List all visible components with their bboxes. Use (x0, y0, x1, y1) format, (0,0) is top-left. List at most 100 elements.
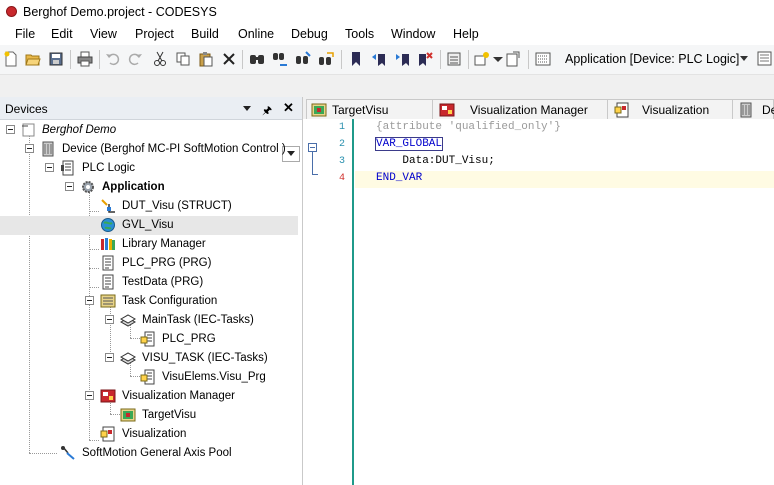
application-selector[interactable]: Application [Device: PLC Logic] (562, 49, 752, 69)
tree-item-task-configuration[interactable]: Task Configuration (0, 292, 298, 311)
chevron-down-icon (740, 56, 748, 61)
find-replace-icon[interactable] (272, 51, 288, 67)
tree-item-visu-task[interactable]: VISU_TASK (IEC-Tasks) (0, 349, 298, 368)
tree-item-visualization-manager[interactable]: Visualization Manager (0, 387, 298, 406)
collapse-toggle[interactable] (25, 144, 34, 153)
pin-icon[interactable]: 🖈 (262, 102, 272, 121)
tree-item-plc-logic[interactable]: PLC Logic (0, 159, 298, 178)
menu-help[interactable]: Help (453, 27, 479, 41)
collapse-toggle[interactable] (105, 353, 114, 362)
redo-icon[interactable] (127, 51, 143, 67)
tree-item-label: TestData (PRG) (122, 276, 204, 288)
cut-icon[interactable] (152, 51, 168, 67)
menu-file[interactable]: File (15, 27, 35, 41)
menu-tools[interactable]: Tools (345, 27, 374, 41)
menu-project[interactable]: Project (135, 27, 174, 41)
toolbar-separator (341, 50, 342, 69)
paste-icon[interactable] (198, 51, 214, 67)
device-tree: Berghof Demo Device (Berghof MC-PI SoftM… (0, 120, 302, 485)
insert-icon[interactable] (490, 51, 506, 67)
bookmark-next-icon[interactable] (394, 51, 410, 67)
toolbar-separator (528, 50, 529, 69)
tab-visualization[interactable]: Visualization (607, 99, 733, 119)
tree-item-dut-visu[interactable]: DUT_Visu (STRUCT) (0, 197, 298, 216)
task-icon (119, 312, 137, 328)
menu-view[interactable]: View (90, 27, 117, 41)
gutter-divider (352, 119, 354, 485)
tree-item-label: Device (Berghof MC-PI SoftMotion Control… (62, 143, 286, 155)
copy-icon[interactable] (175, 51, 191, 67)
tab-device[interactable]: De (732, 99, 774, 119)
application-selector-value: Application [Device: PLC Logic] (565, 52, 740, 66)
pou-icon (100, 274, 116, 290)
program-call-icon (140, 369, 156, 385)
menu-build[interactable]: Build (191, 27, 219, 41)
task-config-icon (100, 293, 116, 309)
tree-item-project[interactable]: Berghof Demo (0, 121, 298, 140)
plc-logic-icon (60, 160, 76, 176)
toolbar: Application [Device: PLC Logic] (0, 45, 774, 75)
tree-item-testdata[interactable]: TestData (PRG) (0, 273, 298, 292)
visualization-icon (614, 102, 630, 118)
code-line-var-global: VAR_GLOBAL (374, 137, 444, 151)
menu-window[interactable]: Window (391, 27, 435, 41)
tree-item-device[interactable]: Device (Berghof MC-PI SoftMotion Control… (0, 140, 298, 159)
open-icon[interactable] (25, 51, 41, 67)
bookmark-icon[interactable] (348, 51, 364, 67)
tree-item-visualization[interactable]: Visualization (0, 425, 298, 444)
toolbar-separator (242, 50, 243, 69)
collapse-toggle[interactable] (105, 315, 114, 324)
toolbar-separator (70, 50, 71, 69)
device-icon (40, 141, 56, 157)
tree-item-label: MainTask (IEC-Tasks) (142, 314, 254, 326)
tree-item-application[interactable]: Application (0, 178, 298, 197)
menu-debug[interactable]: Debug (291, 27, 328, 41)
tree-item-plc-prg-call[interactable]: PLC_PRG (0, 330, 298, 349)
task-icon (119, 350, 137, 366)
collapse-toggle[interactable] (6, 125, 15, 134)
binoculars-icon[interactable] (295, 51, 311, 67)
tree-item-maintask[interactable]: MainTask (IEC-Tasks) (0, 311, 298, 330)
collapse-toggle[interactable] (85, 391, 94, 400)
collapse-toggle[interactable] (85, 296, 94, 305)
fold-collapse-icon[interactable] (308, 143, 317, 152)
new-project-icon[interactable] (3, 51, 19, 67)
bookmark-clear-icon[interactable] (417, 51, 433, 67)
code-editor[interactable]: 1 2 3 4 {attribute 'qualified_only'} VAR… (303, 119, 774, 485)
add-object-icon[interactable] (474, 51, 490, 67)
menu-edit[interactable]: Edit (51, 27, 73, 41)
tree-item-visuelems-visu-prg[interactable]: VisuElems.Visu_Prg (0, 368, 298, 387)
toolbar-overflow-icon[interactable] (756, 50, 774, 69)
title-bar: Berghof Demo.project - CODESYS (0, 0, 774, 24)
codesys-icon (6, 6, 17, 17)
panel-menu-icon[interactable] (243, 106, 251, 111)
tree-item-softmotion-axis-pool[interactable]: SoftMotion General Axis Pool (0, 444, 298, 463)
tree-item-library-manager[interactable]: Library Manager (0, 235, 298, 254)
tree-item-targetvisu[interactable]: TargetVisu (0, 406, 298, 425)
save-icon[interactable] (48, 51, 64, 67)
tree-item-label: GVL_Visu (122, 219, 174, 231)
tab-targetvisu[interactable]: TargetVisu (306, 99, 433, 119)
window-title: Berghof Demo.project - CODESYS (23, 5, 217, 19)
collapse-toggle[interactable] (65, 182, 74, 191)
tab-label: Visualization Manager (470, 103, 588, 117)
dut-icon (100, 198, 116, 214)
properties-icon[interactable] (505, 51, 521, 67)
close-icon[interactable]: ✕ (283, 100, 294, 116)
menu-online[interactable]: Online (238, 27, 274, 41)
cross-reference-icon[interactable] (318, 51, 334, 67)
undo-icon[interactable] (105, 51, 121, 67)
application-list-icon[interactable] (535, 51, 551, 67)
options-icon[interactable] (446, 51, 462, 67)
tree-item-gvl-visu[interactable]: GVL_Visu (0, 216, 298, 235)
tree-item-label: PLC_PRG (162, 333, 216, 345)
line-number: 1 (339, 122, 346, 133)
find-icon[interactable] (249, 51, 265, 67)
delete-icon[interactable] (221, 51, 237, 67)
print-icon[interactable] (77, 51, 93, 67)
tree-item-plc-prg[interactable]: PLC_PRG (PRG) (0, 254, 298, 273)
tab-visualization-manager[interactable]: Visualization Manager (432, 99, 608, 119)
bookmark-prev-icon[interactable] (371, 51, 387, 67)
tree-item-label: DUT_Visu (STRUCT) (122, 200, 232, 212)
collapse-toggle[interactable] (45, 163, 54, 172)
